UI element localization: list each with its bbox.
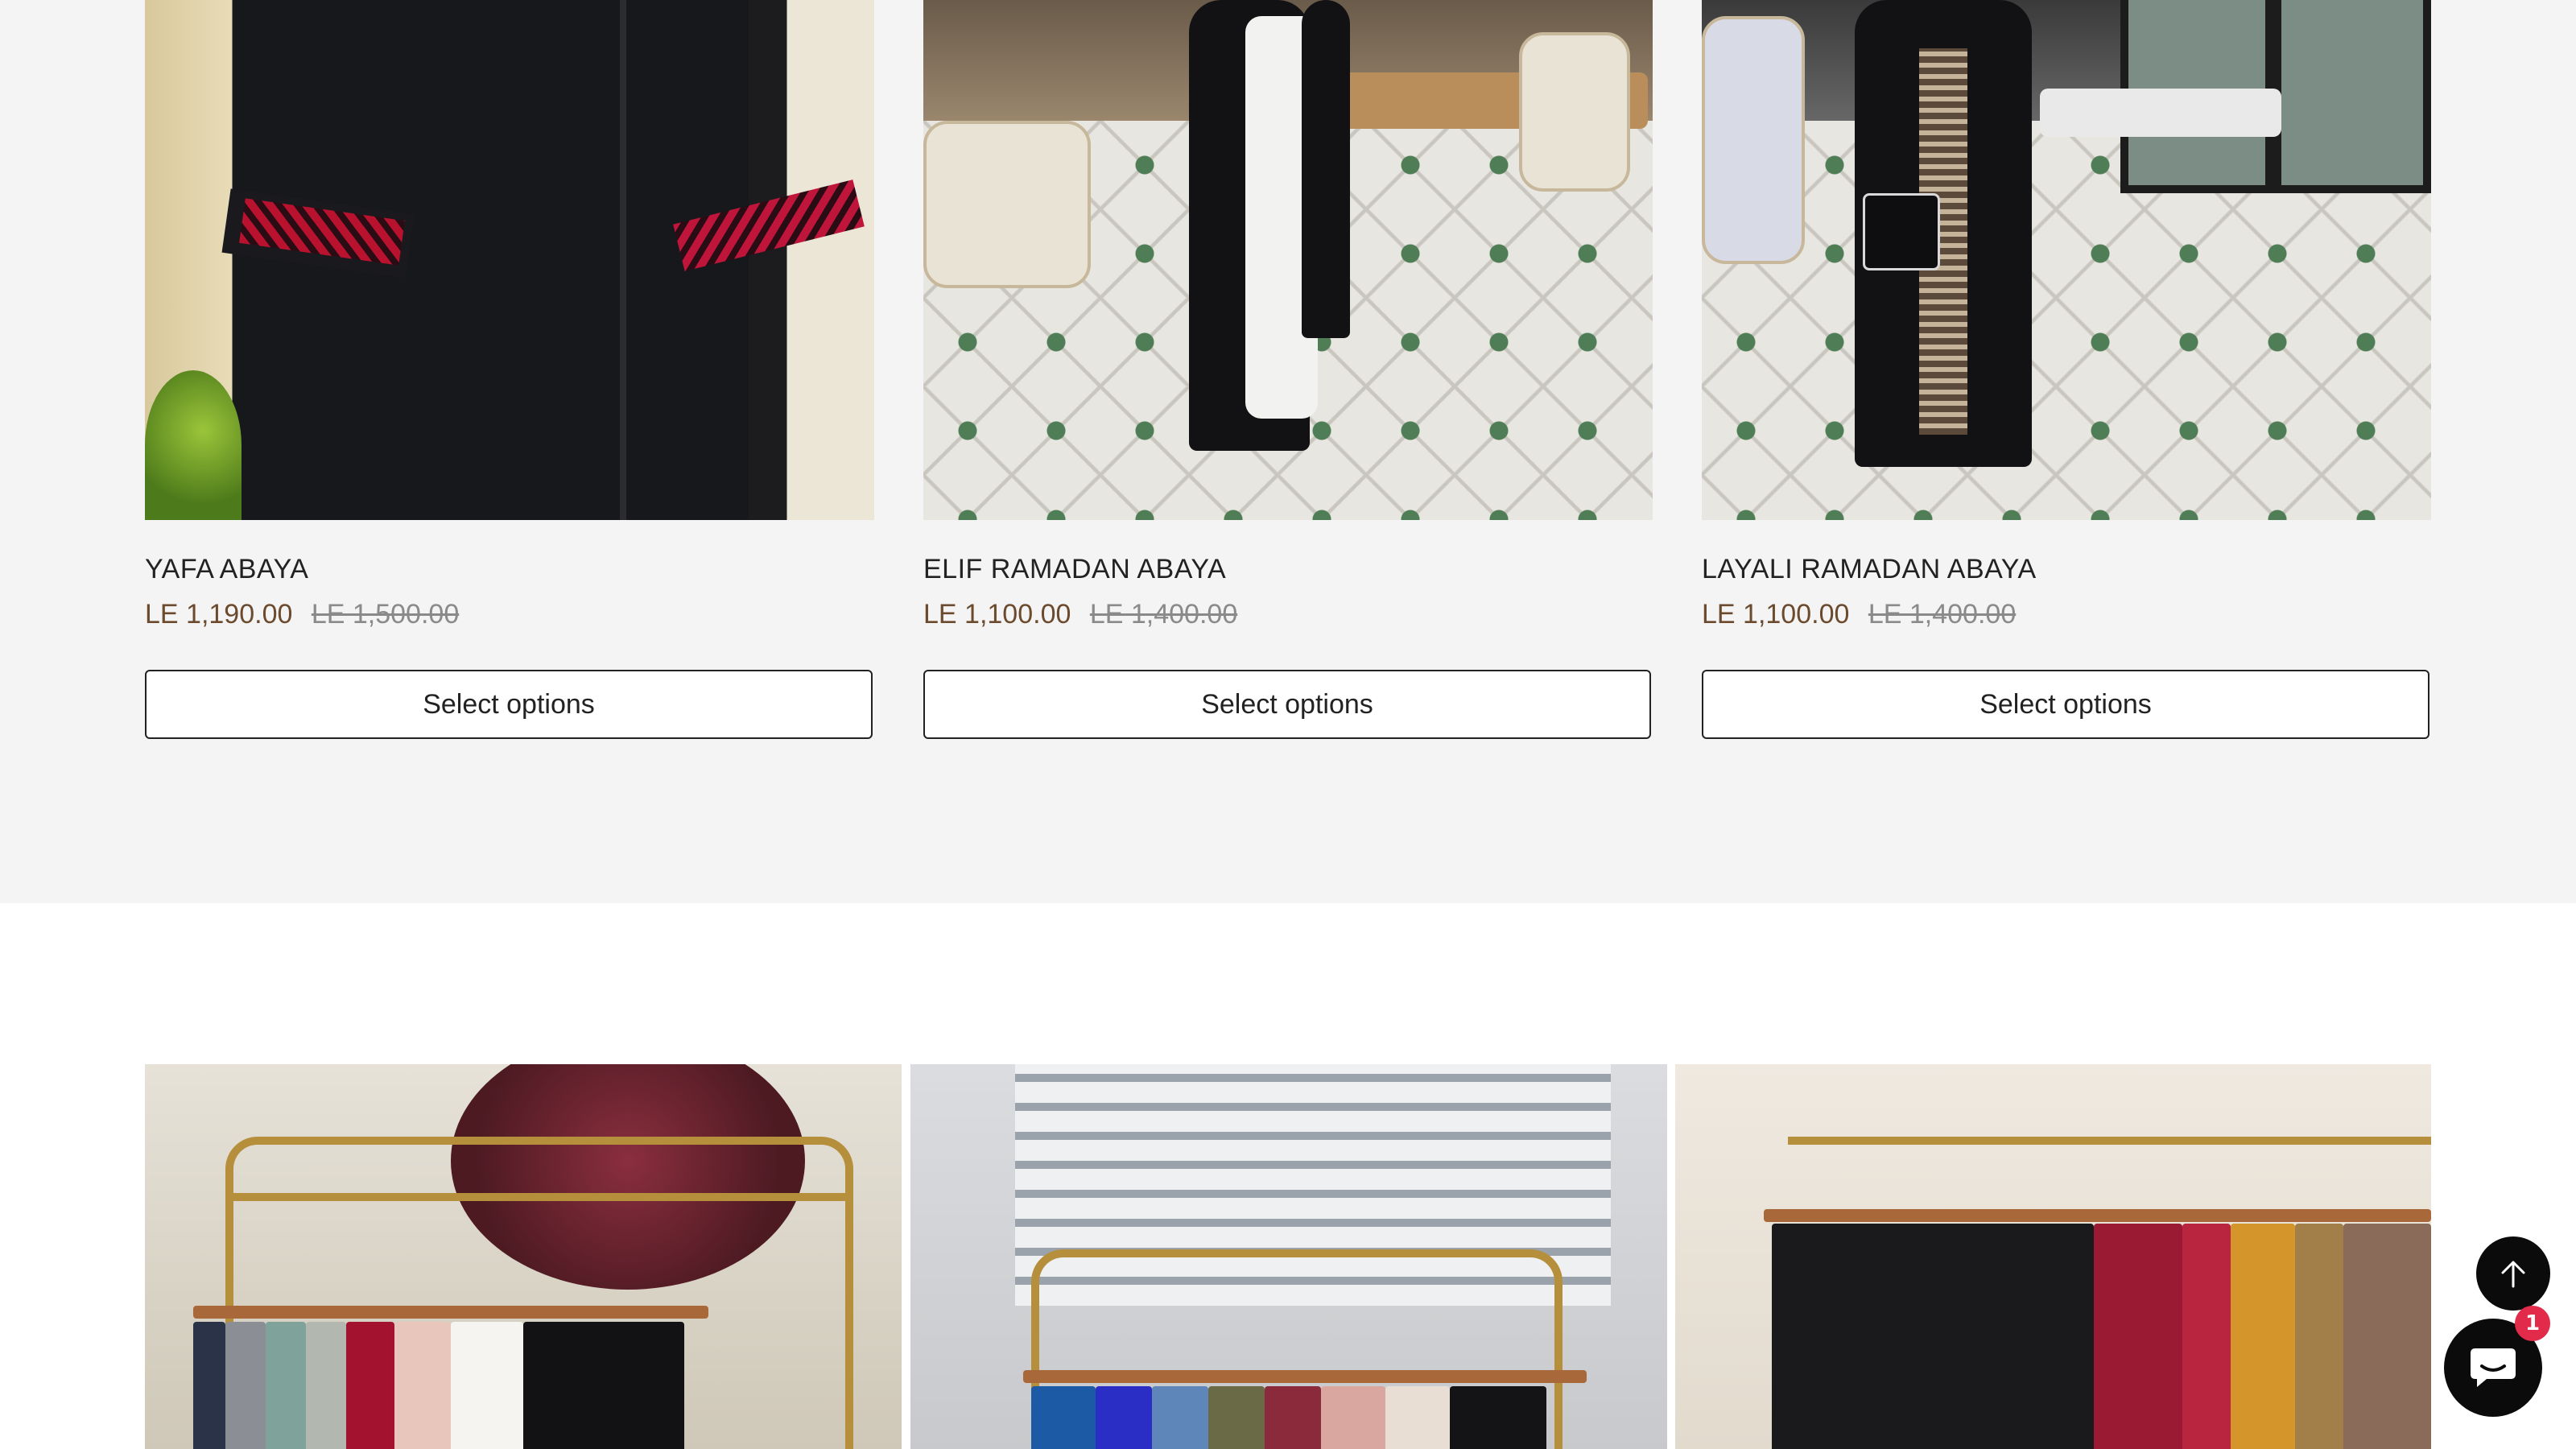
collection-tile[interactable]: [1675, 1064, 2431, 1449]
garment: [1096, 1386, 1152, 1449]
product-grid-section: YAFA ABAYA LE 1,190.00 LE 1,500.00 Selec…: [0, 0, 2576, 903]
garment: [2094, 1224, 2182, 1449]
rack-rod: [225, 1193, 845, 1201]
back-to-top-button[interactable]: [2476, 1236, 2550, 1311]
select-options-button[interactable]: Select options: [1702, 670, 2429, 739]
garment: [1772, 1224, 2094, 1449]
original-price: LE 1,500.00: [311, 599, 460, 630]
collection-tile[interactable]: [145, 1064, 902, 1449]
hanger-bar: [193, 1306, 708, 1319]
hanger-bar: [1764, 1209, 2431, 1222]
clutch-bag: [1863, 193, 1940, 270]
garment: [451, 1322, 523, 1449]
original-price: LE 1,400.00: [1868, 599, 2017, 630]
product-title[interactable]: YAFA ABAYA: [145, 554, 308, 585]
garment: [225, 1322, 266, 1449]
product-card: ELIF RAMADAN ABAYA LE 1,100.00 LE 1,400.…: [923, 0, 1653, 739]
garment: [1208, 1386, 1265, 1449]
plant-leaf: [145, 370, 242, 520]
abaya-seam: [620, 0, 626, 520]
arrow-up-icon: [2501, 1261, 2525, 1288]
chat-notification-badge: 1: [2515, 1306, 2550, 1341]
cafe-chair: [923, 121, 1091, 288]
window-pane: [2281, 0, 2423, 185]
garment: [1031, 1386, 1096, 1449]
select-options-button[interactable]: Select options: [145, 670, 873, 739]
garment: [1450, 1386, 1546, 1449]
product-title[interactable]: LAYALI RAMADAN ABAYA: [1702, 554, 2037, 585]
sale-price: LE 1,190.00: [145, 599, 293, 630]
sale-price: LE 1,100.00: [923, 599, 1071, 630]
product-image[interactable]: [923, 0, 1653, 520]
product-title[interactable]: ELIF RAMADAN ABAYA: [923, 554, 1226, 585]
model-sleeve: [1302, 0, 1350, 338]
cafe-chair: [1519, 32, 1630, 192]
garment: [1385, 1386, 1450, 1449]
garment: [2295, 1224, 2343, 1449]
product-price: LE 1,100.00 LE 1,400.00: [923, 599, 1237, 630]
garment: [1152, 1386, 1208, 1449]
garment: [2343, 1224, 2431, 1449]
garment: [266, 1322, 306, 1449]
garment: [1265, 1386, 1321, 1449]
original-price: LE 1,400.00: [1089, 599, 1238, 630]
product-image[interactable]: [1702, 0, 2431, 520]
garment: [306, 1322, 346, 1449]
garment: [523, 1322, 684, 1449]
sale-price: LE 1,100.00: [1702, 599, 1850, 630]
rack-rod: [1788, 1137, 2431, 1145]
garment: [394, 1322, 451, 1449]
product-card: LAYALI RAMADAN ABAYA LE 1,100.00 LE 1,40…: [1702, 0, 2431, 739]
garment: [193, 1322, 225, 1449]
garment: [346, 1322, 394, 1449]
garment: [1321, 1386, 1385, 1449]
product-card: YAFA ABAYA LE 1,190.00 LE 1,500.00 Selec…: [145, 0, 874, 739]
product-image[interactable]: [145, 0, 874, 520]
select-options-button[interactable]: Select options: [923, 670, 1651, 739]
garment: [2182, 1224, 2231, 1449]
chat-bubble-icon: [2471, 1348, 2516, 1387]
garment: [2231, 1224, 2295, 1449]
cafe-table: [2040, 89, 2281, 137]
product-price: LE 1,190.00 LE 1,500.00: [145, 599, 459, 630]
collection-tile[interactable]: [910, 1064, 1667, 1449]
product-price: LE 1,100.00 LE 1,400.00: [1702, 599, 2016, 630]
hanger-bar: [1023, 1370, 1587, 1383]
cafe-chair: [1702, 16, 1805, 264]
